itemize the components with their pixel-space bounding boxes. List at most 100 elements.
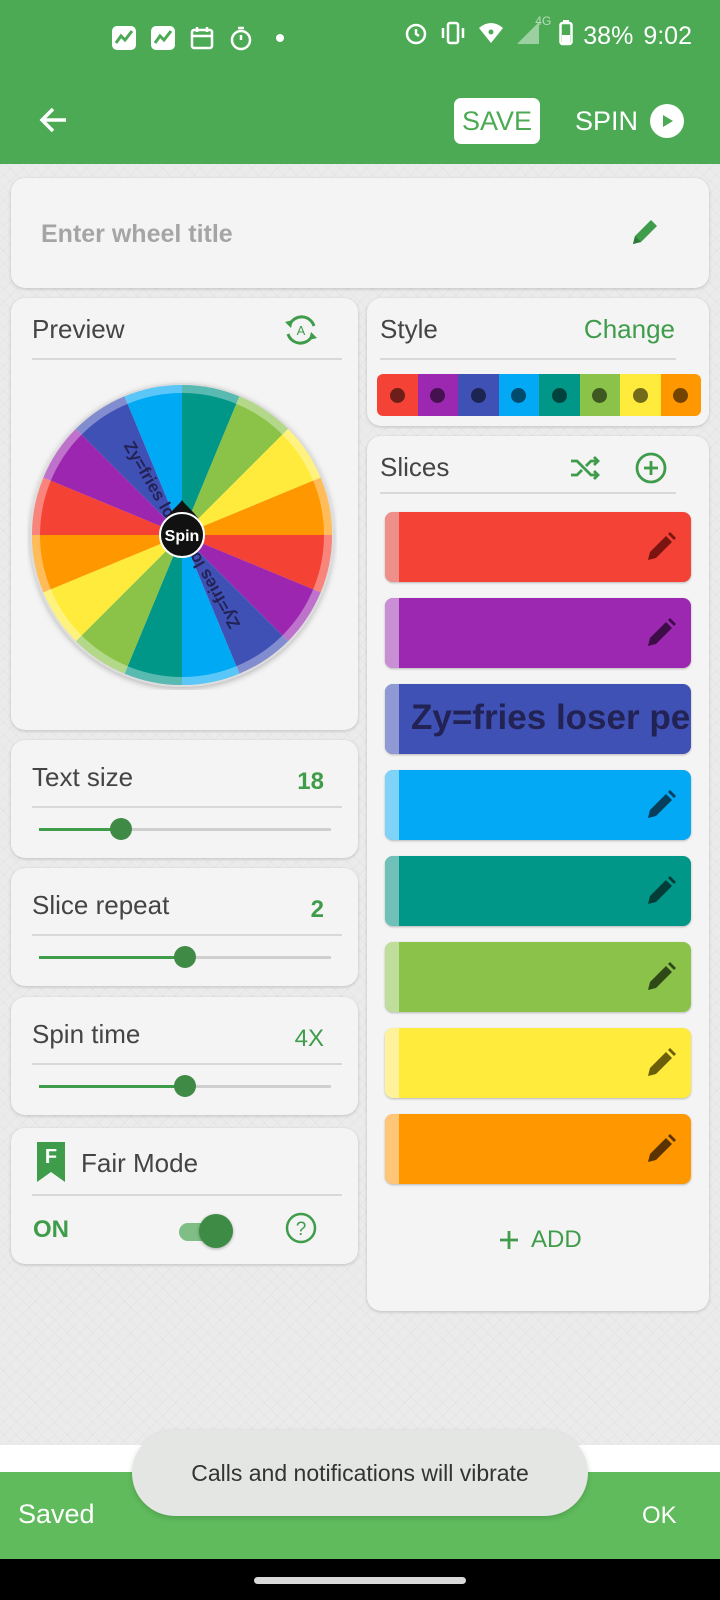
fair-mode-state: ON	[33, 1216, 69, 1243]
swatch-dot	[389, 387, 405, 403]
spin-time-slider[interactable]	[39, 1075, 331, 1097]
battery-icon	[559, 20, 574, 53]
snackbar-message: Saved	[18, 1499, 95, 1529]
edit-slice-pencil-icon[interactable]	[643, 787, 679, 823]
edit-slice-pencil-icon[interactable]	[643, 873, 679, 909]
chart-app-icon	[110, 24, 137, 51]
wheel-preview[interactable]: Zy=fries los Zy=fries los Spin	[27, 380, 337, 690]
swatch-dot	[551, 387, 567, 403]
slice-stripe	[385, 1028, 399, 1098]
auto-rotate-button[interactable]: A	[281, 310, 321, 350]
slice-stripe	[385, 512, 399, 582]
slices-title: Slices	[380, 452, 450, 482]
navigation-bar	[0, 1559, 720, 1600]
rotate-auto-icon: A	[285, 315, 317, 345]
back-button[interactable]	[34, 100, 74, 140]
snackbar-ok-button[interactable]: OK	[642, 1502, 677, 1530]
text-size-divider	[32, 806, 342, 808]
swatch-dot	[470, 387, 486, 403]
slice-repeat-label: Slice repeat	[32, 890, 170, 920]
shuffle-button[interactable]	[565, 448, 605, 488]
pencil-icon	[633, 220, 657, 244]
slice-row[interactable]	[385, 598, 691, 668]
vibrate-icon	[439, 20, 467, 53]
slider-thumb[interactable]	[109, 818, 132, 840]
slice-row[interactable]	[385, 942, 691, 1012]
arrow-left-icon	[39, 107, 66, 133]
fair-mode-help-button[interactable]: ?	[283, 1210, 319, 1246]
slice-row[interactable]: Zy=fries loser pe	[385, 684, 691, 754]
edit-slice-pencil-icon[interactable]	[643, 615, 679, 651]
fair-mode-divider	[32, 1194, 342, 1196]
clock: 9:02	[643, 22, 692, 50]
slice-row[interactable]	[385, 1028, 691, 1098]
wheel-title-input[interactable]	[41, 214, 601, 254]
slice-text: Zy=fries loser pe	[411, 698, 691, 737]
spin-button[interactable]: SPIN	[575, 98, 685, 144]
preview-divider	[32, 358, 342, 360]
style-swatch	[620, 374, 661, 416]
slider-fill	[39, 956, 185, 959]
wheel-title-card	[11, 178, 709, 288]
wheel-spin-label: Spin	[165, 528, 200, 545]
home-handle[interactable]	[254, 1577, 466, 1584]
edit-slice-pencil-icon[interactable]	[643, 959, 679, 995]
slice-repeat-card: Slice repeat 2	[11, 868, 358, 986]
slice-row[interactable]	[385, 1114, 691, 1184]
slices-card: Slices Zy=fries loser pe ADD	[367, 436, 709, 1311]
swatch-dot	[673, 387, 689, 403]
play-icon	[650, 104, 685, 138]
slice-repeat-slider[interactable]	[39, 946, 331, 968]
shuffle-icon	[571, 456, 600, 480]
change-style-button[interactable]: Change	[584, 314, 675, 345]
edit-slice-pencil-icon[interactable]	[643, 1131, 679, 1167]
preview-title: Preview	[32, 314, 125, 344]
style-color-strip[interactable]	[377, 374, 701, 416]
edit-slice-pencil-icon[interactable]	[643, 529, 679, 565]
slice-stripe	[385, 1114, 399, 1184]
slider-thumb[interactable]	[174, 1075, 196, 1097]
spin-time-card: Spin time 4X	[11, 997, 358, 1115]
dot-icon	[266, 24, 293, 51]
fair-mode-toggle[interactable]	[175, 1214, 233, 1248]
style-card: Style Change	[367, 298, 709, 426]
slice-stripe	[385, 770, 399, 840]
swatch-dot	[430, 387, 446, 403]
slice-row[interactable]	[385, 512, 691, 582]
toggle-thumb	[199, 1214, 233, 1248]
slice-repeat-divider	[32, 934, 342, 936]
style-swatch	[660, 374, 701, 416]
style-title: Style	[380, 314, 438, 344]
swatch-dot	[632, 387, 648, 403]
text-size-label: Text size	[32, 762, 134, 792]
style-swatch	[579, 374, 620, 416]
text-size-slider[interactable]	[39, 818, 331, 840]
spin-time-label: Spin time	[32, 1019, 141, 1049]
slider-thumb[interactable]	[174, 946, 196, 968]
slice-row[interactable]	[385, 856, 691, 926]
fair-mode-badge-letter: F	[44, 1146, 58, 1168]
edit-slice-pencil-icon[interactable]	[643, 1045, 679, 1081]
slice-stripe	[385, 942, 399, 1012]
calendar-icon	[188, 24, 215, 51]
save-button[interactable]: SAVE	[454, 98, 540, 144]
wifi-icon	[477, 20, 505, 53]
style-swatch	[498, 374, 539, 416]
slider-fill	[39, 1085, 185, 1088]
style-swatch	[458, 374, 499, 416]
alarm-icon	[403, 20, 429, 53]
chart-app-icon	[149, 24, 176, 51]
slice-row[interactable]	[385, 770, 691, 840]
add-slice-button[interactable]	[631, 448, 671, 488]
signal-icon: 4G	[515, 14, 551, 53]
spin-time-value: 4X	[294, 1025, 324, 1052]
fair-mode-badge: F	[37, 1142, 65, 1182]
network-type: 4G	[535, 14, 552, 28]
add-button[interactable]: ADD	[497, 1226, 582, 1254]
text-size-card: Text size 18	[11, 740, 358, 858]
style-swatch	[417, 374, 458, 416]
edit-title-button[interactable]	[625, 212, 665, 252]
text-size-value: 18	[297, 768, 324, 795]
slices-divider	[380, 492, 676, 494]
spin-time-divider	[32, 1063, 342, 1065]
